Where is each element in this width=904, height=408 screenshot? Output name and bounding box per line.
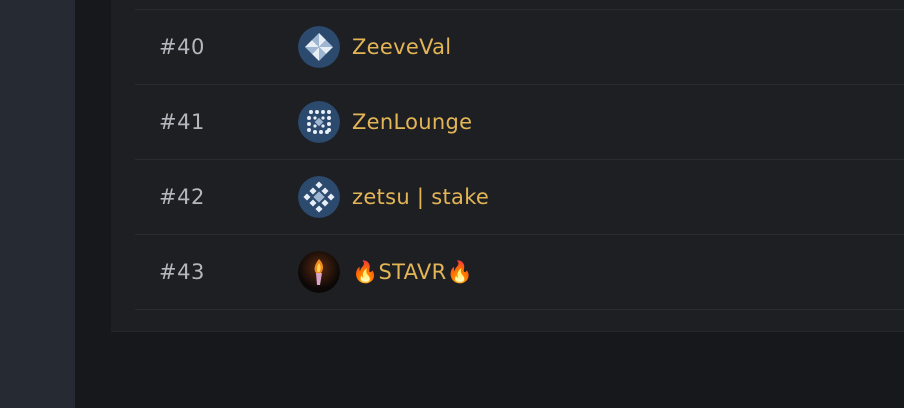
validator-name: ZeeveVal [352, 35, 452, 59]
zenlounge-dots-icon [298, 101, 340, 143]
validator-name: zetsu | stake [352, 185, 490, 209]
rank-cell: #43 [159, 260, 205, 284]
table-row[interactable]: #43 🔥STAVR🔥 [135, 235, 904, 310]
table-row[interactable]: #41 ZenLounge [135, 85, 904, 160]
zetsu-diamond-icon [298, 176, 340, 218]
rank-cell: #41 [159, 110, 205, 134]
main-content: #40 ZeeveVal #41 ZenLounge #42 zetsu | s… [75, 0, 904, 408]
stavr-torch-icon [298, 251, 340, 293]
validators-table: #40 ZeeveVal #41 ZenLounge #42 zetsu | s… [135, 10, 904, 310]
validator-link[interactable]: zetsu | stake [298, 176, 489, 218]
table-row[interactable]: #40 ZeeveVal [135, 10, 904, 85]
zeeve-pinwheel-icon [298, 26, 340, 68]
validator-link[interactable]: 🔥STAVR🔥 [298, 251, 473, 293]
sidebar [0, 0, 75, 408]
validators-card: #40 ZeeveVal #41 ZenLounge #42 zetsu | s… [111, 0, 904, 332]
rank-cell: #42 [159, 185, 205, 209]
validator-link[interactable]: ZenLounge [298, 101, 472, 143]
validator-name: ZenLounge [352, 110, 473, 134]
validator-name: 🔥STAVR🔥 [352, 259, 473, 284]
rank-cell: #40 [159, 35, 205, 59]
validator-link[interactable]: ZeeveVal [298, 26, 451, 68]
table-row[interactable]: #42 zetsu | stake [135, 160, 904, 235]
